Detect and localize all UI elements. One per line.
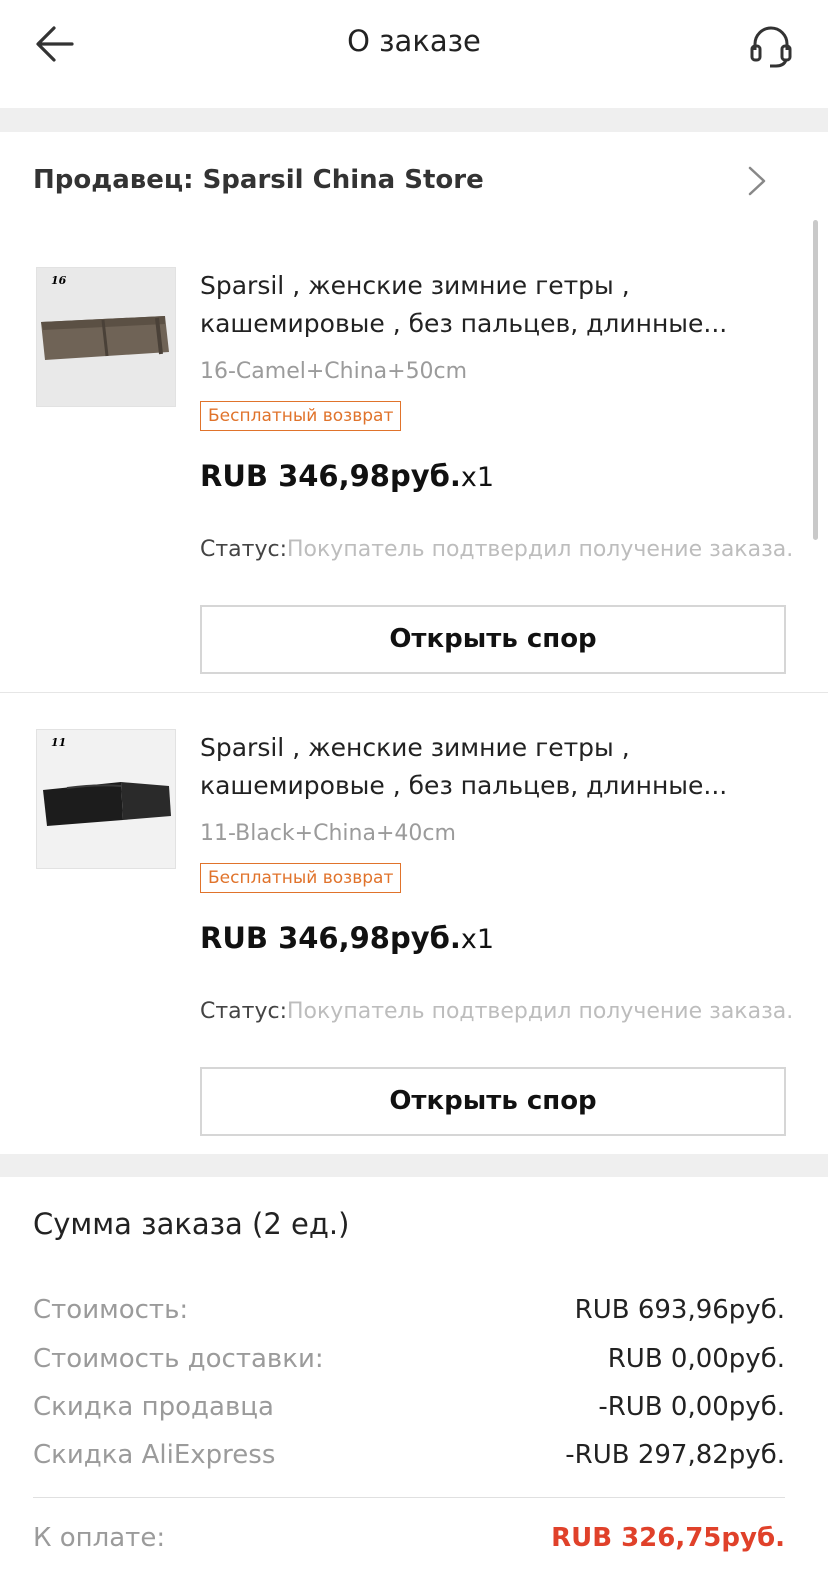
seller-row[interactable]: Продавец: Sparsil China Store	[0, 132, 828, 232]
product-image[interactable]: 11	[36, 729, 176, 869]
summary-row-aliexpress-discount: Скидка AliExpress -RUB 297,82руб.	[33, 1440, 785, 1470]
divider	[33, 1497, 785, 1498]
summary-row-shipping: Стоимость доставки: RUB 0,00руб.	[33, 1344, 785, 1374]
chevron-right-icon	[748, 166, 766, 196]
product-quantity: x1	[460, 924, 495, 955]
page-title: О заказе	[347, 24, 481, 58]
top-bar: О заказе	[0, 0, 828, 108]
product-price: RUB 346,98руб.x1	[200, 459, 495, 493]
total-amount: RUB 326,75руб.	[551, 1523, 785, 1553]
summary-row-cost: Стоимость: RUB 693,96руб.	[33, 1295, 785, 1325]
order-item: 11 Sparsil , женские зимние гетры , каше…	[0, 693, 828, 1154]
product-price: RUB 346,98руб.x1	[200, 921, 495, 955]
order-status: Статус:Покупатель подтвердил получение з…	[200, 999, 794, 1024]
summary-title: Сумма заказа (2 ед.)	[33, 1207, 350, 1241]
product-graphic	[41, 316, 169, 360]
summary-row-seller-discount: Скидка продавца -RUB 0,00руб.	[33, 1392, 785, 1422]
scrollbar[interactable]	[813, 220, 818, 540]
product-title[interactable]: Sparsil , женские зимние гетры , кашемир…	[200, 267, 760, 343]
product-variant: 16-Camel+China+50cm	[200, 359, 468, 384]
product-title[interactable]: Sparsil , женские зимние гетры , кашемир…	[200, 729, 760, 805]
order-summary: Сумма заказа (2 ед.) Стоимость: RUB 693,…	[0, 1177, 828, 1590]
support-button[interactable]	[746, 20, 796, 70]
product-variant: 11-Black+China+40cm	[200, 821, 456, 846]
order-status: Статус:Покупатель подтвердил получение з…	[200, 537, 794, 562]
free-return-badge: Бесплатный возврат	[200, 863, 402, 893]
product-image[interactable]: 16	[36, 267, 176, 407]
section-gap	[0, 108, 828, 132]
open-dispute-button[interactable]: Открыть спор	[200, 605, 786, 674]
section-gap	[0, 1154, 828, 1177]
headset-icon	[750, 26, 792, 68]
order-item: 16 Sparsil , женские зимние гетры , каше…	[0, 231, 828, 693]
seller-name: Продавец: Sparsil China Store	[33, 165, 484, 195]
product-quantity: x1	[460, 462, 495, 493]
open-dispute-button[interactable]: Открыть спор	[200, 1067, 786, 1136]
product-graphic	[43, 782, 171, 826]
free-return-badge: Бесплатный возврат	[200, 401, 402, 431]
summary-row-total: К оплате: RUB 326,75руб.	[33, 1523, 785, 1553]
